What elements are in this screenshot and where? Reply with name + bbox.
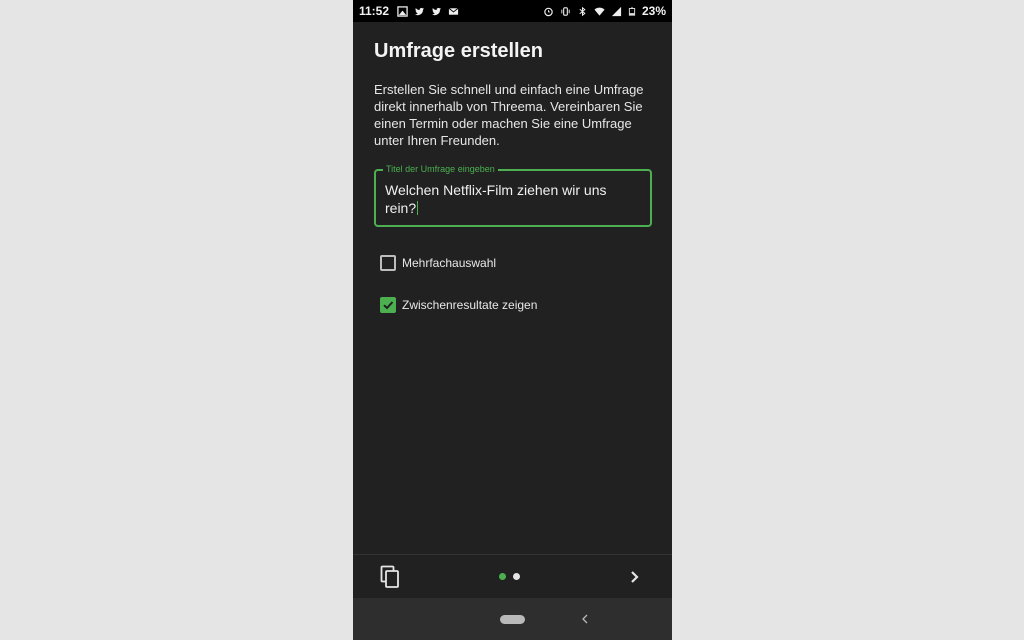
page-dot <box>513 573 520 580</box>
show-intermediate-option[interactable]: Zwischenresultate zeigen <box>380 297 537 313</box>
multiple-choice-label: Mehrfachauswahl <box>402 256 497 270</box>
alarm-icon <box>544 7 553 16</box>
text-cursor <box>417 201 419 215</box>
status-time: 11:52 <box>359 4 390 18</box>
twitter-icon <box>431 7 442 15</box>
wifi-icon <box>594 7 605 16</box>
mail-icon <box>448 7 459 15</box>
page-indicator <box>499 573 520 580</box>
twitter-icon <box>414 7 425 15</box>
chevron-right-icon[interactable] <box>625 565 645 589</box>
status-bar: 11:52 23% <box>353 0 672 22</box>
battery-level: 23% <box>641 4 666 18</box>
bluetooth-icon <box>579 6 586 16</box>
page-dot-active <box>499 573 506 580</box>
battery-icon <box>628 7 636 16</box>
poll-title-value: Welchen Netflix-Film ziehen wir uns rein… <box>385 182 607 216</box>
system-nav-bar <box>353 598 672 640</box>
copy-icon[interactable] <box>379 565 403 589</box>
vibrate-icon <box>561 6 570 16</box>
poll-title-label: Titel der Umfrage eingeben <box>383 163 498 175</box>
multiple-choice-checkbox[interactable] <box>380 255 396 271</box>
phone-screen: 11:52 23% Umfrage erstellen Erstellen Si… <box>353 0 672 640</box>
home-pill[interactable] <box>500 615 525 624</box>
back-icon[interactable] <box>579 611 591 627</box>
page-title: Umfrage erstellen <box>374 40 543 62</box>
signal-icon <box>611 6 622 16</box>
poll-title-input[interactable]: Welchen Netflix-Film ziehen wir uns rein… <box>385 181 635 217</box>
intro-text: Erstellen Sie schnell und einfach eine U… <box>374 82 644 148</box>
gallery-icon <box>397 5 408 17</box>
show-intermediate-label: Zwischenresultate zeigen <box>402 298 538 312</box>
bottom-toolbar <box>353 555 672 598</box>
show-intermediate-checkbox[interactable] <box>380 297 396 313</box>
poll-title-field[interactable]: Titel der Umfrage eingeben Welchen Netfl… <box>374 163 652 227</box>
checkmark-icon <box>383 301 394 310</box>
multiple-choice-option[interactable]: Mehrfachauswahl <box>380 255 496 271</box>
